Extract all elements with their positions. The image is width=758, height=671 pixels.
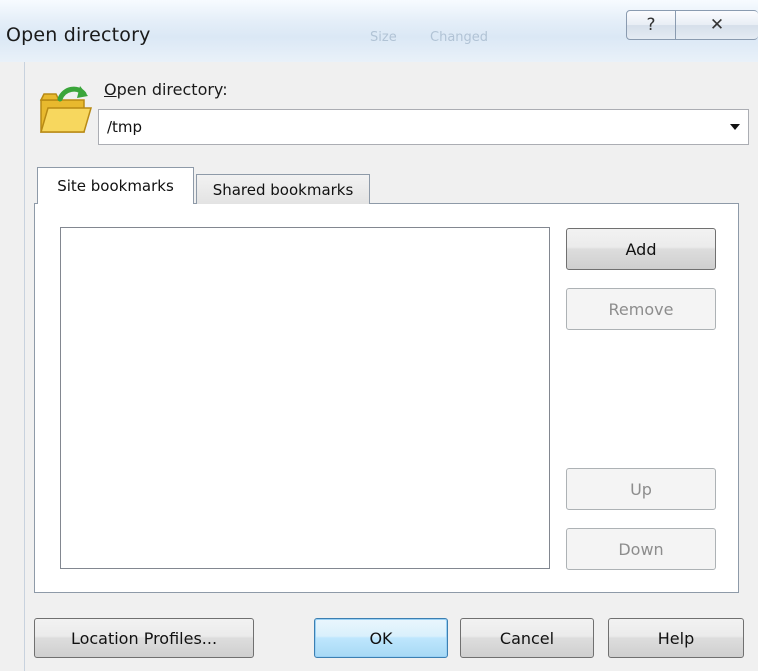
tab-shared-bookmarks[interactable]: Shared bookmarks <box>196 174 370 204</box>
location-profiles-button[interactable]: Location Profiles... <box>34 618 254 658</box>
open-directory-label: Open directory: <box>104 80 228 99</box>
bookmarks-list[interactable] <box>60 227 550 569</box>
title-bar[interactable]: Open directory Size Changed ? ✕ <box>0 0 758 62</box>
directory-combobox[interactable]: /tmp <box>98 109 749 145</box>
help-title-button[interactable]: ? <box>626 10 676 40</box>
tab-label: Site bookmarks <box>57 177 174 195</box>
tab-site-bookmarks[interactable]: Site bookmarks <box>37 167 194 204</box>
label-text: pen directory: <box>116 80 228 99</box>
background-ghost-text: Size <box>370 30 397 45</box>
tab-label: Shared bookmarks <box>212 180 354 199</box>
add-button[interactable]: Add <box>566 228 716 270</box>
close-title-button[interactable]: ✕ <box>675 10 758 40</box>
label-mnemonic: O <box>104 80 117 99</box>
close-icon: ✕ <box>709 15 725 35</box>
chevron-down-icon[interactable] <box>730 124 740 130</box>
up-button[interactable]: Up <box>566 468 716 510</box>
folder-open-icon <box>39 86 92 133</box>
down-button[interactable]: Down <box>566 528 716 570</box>
open-directory-dialog: Open directory Size Changed ? ✕ Open dir… <box>0 0 758 671</box>
window-title: Open directory <box>6 24 151 46</box>
background-ghost-text: Changed <box>430 30 489 45</box>
cancel-button[interactable]: Cancel <box>460 618 594 658</box>
remove-button[interactable]: Remove <box>566 288 716 330</box>
directory-input[interactable]: /tmp <box>107 118 142 136</box>
question-mark-icon: ? <box>646 15 656 35</box>
ok-button[interactable]: OK <box>314 618 448 658</box>
help-button[interactable]: Help <box>608 618 744 658</box>
